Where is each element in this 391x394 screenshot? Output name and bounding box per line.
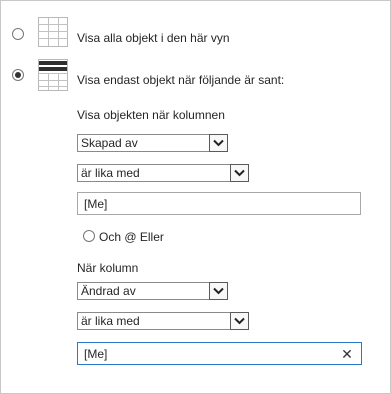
filtered-list-icon	[38, 59, 68, 94]
filter1-value-input[interactable]: [Me]	[77, 192, 361, 215]
filter1-heading: Visa objekten när kolumnen	[77, 108, 225, 122]
chevron-down-icon[interactable]	[209, 134, 228, 152]
grid-list-icon	[38, 17, 68, 50]
show-filtered-label: Visa endast objekt när följande är sant:	[77, 73, 285, 87]
show-all-label: Visa alla objekt i den här vyn	[77, 31, 230, 45]
chevron-down-icon[interactable]	[230, 312, 249, 330]
filter2-column-value: Ändrad av	[81, 284, 136, 298]
filter1-column-value: Skapad av	[81, 136, 138, 150]
filter2-operator-select[interactable]: är lika med	[77, 312, 249, 330]
show-filtered-radio[interactable]	[12, 69, 24, 81]
filter1-value-text: [Me]	[84, 197, 108, 211]
close-icon[interactable]: ✕	[341, 347, 353, 361]
filter2-value-input[interactable]: [Me] ✕	[77, 342, 362, 365]
filter2-heading: När kolumn	[77, 261, 139, 275]
chevron-down-icon[interactable]	[209, 282, 228, 300]
filter1-operator-select[interactable]: är lika med	[77, 164, 249, 182]
filter2-operator-value: är lika med	[81, 314, 140, 328]
filter2-column-select[interactable]: Ändrad av	[77, 282, 228, 300]
chevron-down-icon[interactable]	[230, 164, 249, 182]
filter1-operator-value: är lika med	[81, 166, 140, 180]
filter1-column-select[interactable]: Skapad av	[77, 134, 228, 152]
show-all-radio[interactable]	[12, 28, 24, 40]
filter2-value-text: [Me]	[84, 347, 108, 361]
and-or-label: Och @ Eller	[99, 230, 164, 244]
and-or-radio[interactable]	[83, 230, 95, 242]
